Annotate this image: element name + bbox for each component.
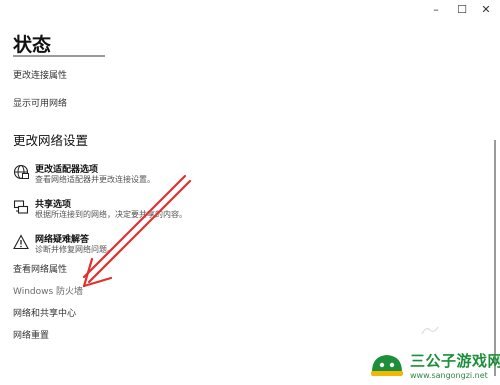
scrollbar[interactable] — [494, 140, 496, 376]
watermark-url: www.sangongzi.net — [410, 371, 488, 380]
title-bar: – ☐ ✕ — [0, 0, 500, 22]
windows-firewall-link[interactable]: Windows 防火墙 — [13, 284, 83, 297]
section-title: 更改网络设置 — [13, 133, 89, 148]
change-adapter-options[interactable]: 更改适配器选项 查看网络适配器并更改连接设置。 — [13, 162, 263, 190]
watermark-logo-icon — [371, 355, 403, 376]
show-available-networks-link[interactable]: 显示可用网络 — [13, 96, 67, 109]
sharing-options[interactable]: 共享选项 根据所连接到的网络，决定要共享的内容。 — [13, 197, 263, 225]
option-description: 查看网络适配器并更改连接设置。 — [35, 175, 155, 184]
option-description: 诊断并修复网络问题。 — [35, 245, 115, 254]
close-button[interactable]: ✕ — [476, 3, 496, 17]
option-description: 根据所连接到的网络，决定要共享的内容。 — [35, 210, 187, 219]
sharing-icon — [13, 200, 29, 214]
watermark-name: 三公子游戏网 — [410, 352, 500, 370]
minimize-button[interactable]: – — [426, 3, 446, 17]
change-connection-properties-link[interactable]: 更改连接属性 — [13, 68, 67, 81]
clipped-text-line — [13, 52, 109, 58]
watermark: 三公子游戏网 www.sangongzi.net — [368, 348, 500, 385]
network-reset-link[interactable]: 网络重置 — [13, 328, 49, 341]
loading-indicator-icon — [421, 326, 439, 335]
network-adapter-icon — [13, 164, 29, 180]
view-network-properties-link[interactable]: 查看网络属性 — [13, 262, 67, 275]
network-troubleshooter[interactable]: 网络疑难解答 诊断并修复网络问题。 — [13, 232, 263, 260]
maximize-button[interactable]: ☐ — [452, 3, 472, 17]
clipped-text-fragment — [13, 55, 105, 57]
network-sharing-center-link[interactable]: 网络和共享中心 — [13, 306, 76, 319]
warning-icon — [13, 234, 29, 250]
